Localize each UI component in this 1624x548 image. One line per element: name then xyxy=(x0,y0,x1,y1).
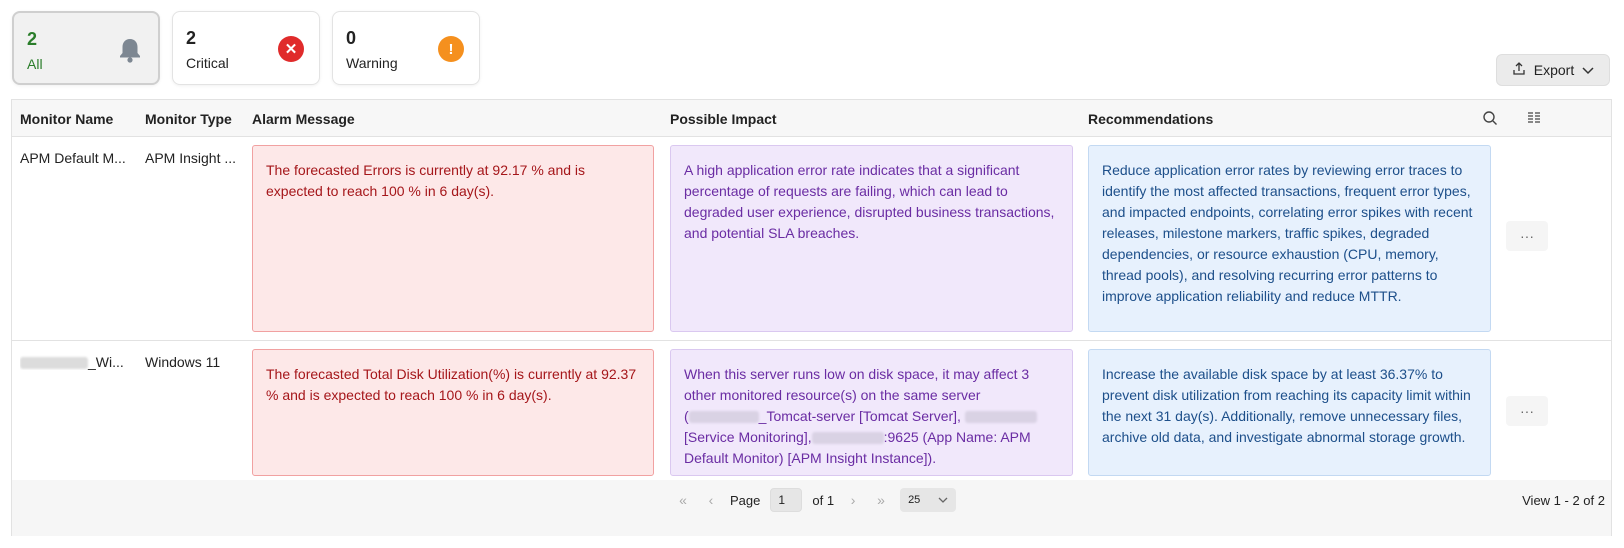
summary-count: 2 xyxy=(186,28,197,48)
table-row: _Wi... Windows 11 The forecasted Total D… xyxy=(12,341,1611,480)
column-header-monitor-type[interactable]: Monitor Type xyxy=(145,111,232,127)
monitor-type-cell: APM Insight ... xyxy=(145,150,237,166)
row-actions-button[interactable]: ··· xyxy=(1506,396,1548,426)
alarm-table: Monitor Name Monitor Type Alarm Message … xyxy=(11,99,1612,536)
recommendation-box: Reduce application error rates by review… xyxy=(1088,145,1491,332)
impact-line: [Service Monitoring], :9625 (App Name: AP… xyxy=(684,427,1059,448)
redacted-text xyxy=(20,357,88,370)
summary-card-warning[interactable]: 0 Warning ! xyxy=(332,11,480,85)
export-icon xyxy=(1512,61,1526,79)
pagination: « ‹ Page 1 of 1 › » 25 xyxy=(674,488,957,512)
exclamation-circle-icon: ! xyxy=(438,36,464,62)
alarm-message-box: The forecasted Errors is currently at 92… xyxy=(252,145,654,332)
summary-label: All xyxy=(27,56,43,72)
impact-line: Default Monitor) [APM Insight Instance])… xyxy=(684,450,937,466)
impact-line: When this server runs low on disk space,… xyxy=(684,366,1030,382)
alarm-message-box: The forecasted Total Disk Utilization(%)… xyxy=(252,349,654,476)
bell-icon xyxy=(117,37,143,63)
impact-text: [Service Monitoring], xyxy=(684,429,812,445)
export-button[interactable]: Export xyxy=(1496,54,1610,86)
export-label: Export xyxy=(1533,62,1575,78)
row-actions-button[interactable]: ··· xyxy=(1506,221,1548,251)
recommendation-box: Increase the available disk space by at … xyxy=(1088,349,1491,476)
impact-text: :9625 (App Name: APM xyxy=(883,429,1031,445)
summary-card-all[interactable]: 2 All xyxy=(12,11,160,85)
monitor-name-cell[interactable]: _Wi... xyxy=(20,354,132,370)
next-page-icon[interactable]: › xyxy=(844,492,862,508)
monitor-name-cell[interactable]: APM Default M... xyxy=(20,150,132,166)
column-header-recommendations[interactable]: Recommendations xyxy=(1088,111,1213,127)
column-header-alarm-message[interactable]: Alarm Message xyxy=(252,111,355,127)
page-label: Page xyxy=(730,492,761,508)
possible-impact-box: A high application error rate indicates … xyxy=(670,145,1073,332)
summary-count: 0 xyxy=(346,28,357,48)
impact-text: ( xyxy=(684,408,689,424)
table-row: APM Default M... APM Insight ... The for… xyxy=(12,137,1611,341)
chevron-down-icon xyxy=(1582,62,1594,78)
impact-text: _Tomcat-server [Tomcat Server], xyxy=(758,408,961,424)
page-total: of 1 xyxy=(812,492,835,508)
column-settings-icon[interactable] xyxy=(1524,108,1544,128)
page-size-select[interactable]: 25 xyxy=(900,488,957,512)
redacted-text xyxy=(811,432,884,445)
summary-label: Critical xyxy=(186,55,229,71)
prev-page-icon[interactable]: ‹ xyxy=(702,492,720,508)
possible-impact-box: When this server runs low on disk space,… xyxy=(670,349,1073,476)
impact-line: other monitored resource(s) on the same … xyxy=(684,387,981,403)
alarm-summary: 2 All 2 Critical ✕ 0 Warning ! xyxy=(12,11,480,85)
column-header-monitor-name[interactable]: Monitor Name xyxy=(20,111,113,127)
search-icon[interactable] xyxy=(1480,108,1500,128)
summary-count: 2 xyxy=(27,29,38,49)
monitor-type-cell: Windows 11 xyxy=(145,354,221,370)
close-circle-icon: ✕ xyxy=(278,36,304,62)
impact-line: ( _Tomcat-server [Tomcat Server], xyxy=(684,406,1059,427)
redacted-text xyxy=(964,411,1037,424)
first-page-icon[interactable]: « xyxy=(674,492,692,508)
table-header: Monitor Name Monitor Type Alarm Message … xyxy=(12,100,1611,137)
last-page-icon[interactable]: » xyxy=(872,492,890,508)
redacted-text xyxy=(688,411,759,424)
chevron-down-icon xyxy=(938,494,948,506)
page-number-input[interactable]: 1 xyxy=(770,488,803,512)
summary-card-critical[interactable]: 2 Critical ✕ xyxy=(172,11,320,85)
column-header-possible-impact[interactable]: Possible Impact xyxy=(670,111,777,127)
summary-label: Warning xyxy=(346,55,398,71)
monitor-name-text: _Wi... xyxy=(88,354,124,370)
view-range-info: View 1 - 2 of 2 xyxy=(1522,493,1605,508)
table-footer: « ‹ Page 1 of 1 › » 25 View 1 - 2 of 2 xyxy=(12,480,1611,536)
page-size-value: 25 xyxy=(908,494,921,506)
